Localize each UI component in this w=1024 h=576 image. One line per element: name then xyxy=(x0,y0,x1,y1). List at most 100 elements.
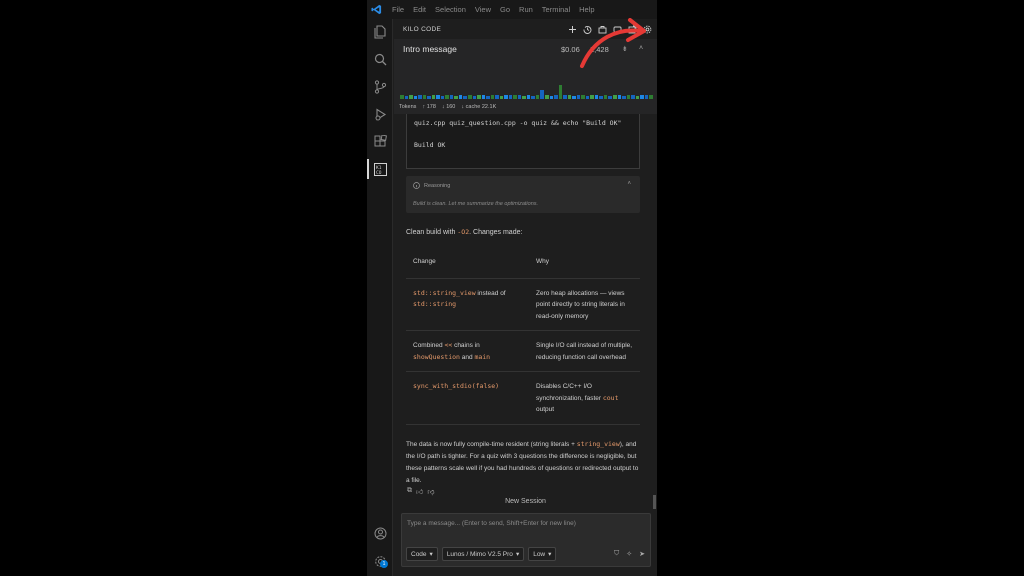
token-bar xyxy=(649,95,653,99)
menu-selection[interactable]: Selection xyxy=(435,5,466,14)
token-bar xyxy=(508,95,513,99)
table-row: sync_with_stdio(false) Disables C/C++ I/O… xyxy=(406,371,640,425)
table-row: std::string_view instead of std::string Z… xyxy=(406,278,640,331)
token-bar xyxy=(463,96,467,99)
activity-bar: K1 CO 1 xyxy=(367,19,393,576)
closing-text: The data is now fully compile-time resid… xyxy=(406,438,642,487)
table-header-row: Change Why xyxy=(406,245,640,279)
why-cell: Zero heap allocations — views point dire… xyxy=(529,278,640,331)
token-bar xyxy=(467,95,472,99)
command-output: Build OK xyxy=(414,141,446,149)
account-icon[interactable] xyxy=(372,525,388,541)
token-bar xyxy=(400,95,404,99)
active-indicator xyxy=(367,159,369,179)
chat-input-box[interactable]: Type a message... (Enter to send, Shift+… xyxy=(401,513,651,567)
token-bar xyxy=(472,96,477,99)
token-bar xyxy=(603,95,608,99)
inline-code: main xyxy=(474,352,491,361)
extensions-icon[interactable] xyxy=(372,133,388,149)
why-cell: Disables C/C++ I/O synchronization, fast… xyxy=(529,371,640,425)
summary-flag: -O2 xyxy=(457,228,470,236)
reasoning-label: Reasoning xyxy=(424,182,451,189)
token-bar xyxy=(622,96,626,99)
send-icon[interactable]: ➤ xyxy=(639,550,645,558)
inline-code: std::string_view xyxy=(413,288,476,297)
inline-code: showQuestion xyxy=(413,352,460,361)
menu-run[interactable]: Run xyxy=(519,5,533,14)
menu-view[interactable]: View xyxy=(475,5,491,14)
inline-code: sync_with_stdio(false) xyxy=(413,382,500,390)
vscode-window: File Edit Selection View Go Run Terminal… xyxy=(367,0,657,576)
token-bar xyxy=(431,95,436,99)
menu-file[interactable]: File xyxy=(392,5,404,14)
token-bar xyxy=(418,95,422,99)
reasoning-block[interactable]: Reasoning ˄ Build is clean. Let me summa… xyxy=(406,176,640,213)
chevron-down-icon: ▾ xyxy=(515,551,520,558)
source-control-icon[interactable] xyxy=(372,79,388,95)
feedback-row: ⧉ 👍︎ 👎︎ xyxy=(407,487,434,496)
change-cell: Combined << chains in showQuestion and m… xyxy=(406,330,529,372)
token-bar xyxy=(436,95,440,99)
files-icon[interactable] xyxy=(372,24,388,40)
token-bar xyxy=(540,90,544,99)
token-bar xyxy=(535,95,540,99)
token-bar xyxy=(458,95,463,99)
copy-icon[interactable]: ⧉ xyxy=(407,487,412,496)
thumbs-down-icon[interactable]: 👎︎ xyxy=(427,487,434,496)
token-bar xyxy=(522,96,526,99)
search-icon[interactable] xyxy=(372,51,388,67)
token-bar xyxy=(631,95,635,99)
token-bar xyxy=(558,85,563,99)
chevron-up-icon[interactable]: ˄ xyxy=(627,181,631,187)
token-bar xyxy=(612,95,617,99)
token-bar xyxy=(581,95,585,99)
token-bar xyxy=(481,95,486,99)
shield-icon[interactable]: ⛉ xyxy=(614,550,619,558)
enhance-prompt-icon[interactable]: ✧ xyxy=(626,550,632,558)
chat-controls: Code ▾ Lunos / Mimo V2.5 Pro ▾ Low ▾ xyxy=(406,547,557,561)
inline-code: cout xyxy=(602,393,619,402)
chat-input[interactable]: Type a message... (Enter to send, Shift+… xyxy=(407,520,576,527)
mode-select[interactable]: Code ▾ xyxy=(406,547,438,561)
token-bar xyxy=(422,95,427,99)
model-select[interactable]: Lunos / Mimo V2.5 Pro ▾ xyxy=(441,547,525,561)
cell-text: Combined xyxy=(413,342,445,349)
cell-text: chains in xyxy=(452,342,480,349)
new-session-label[interactable]: New Session xyxy=(394,498,657,505)
menu-edit[interactable]: Edit xyxy=(413,5,426,14)
command-text: quiz.cpp quiz_question.cpp -o quiz && ec… xyxy=(414,119,622,127)
svg-text:CO: CO xyxy=(376,170,382,176)
token-bar xyxy=(427,96,431,99)
effort-select[interactable]: Low ▾ xyxy=(528,547,557,561)
chevron-down-icon: ▾ xyxy=(429,551,433,558)
token-bar xyxy=(513,95,517,99)
menu-help[interactable]: Help xyxy=(579,5,594,14)
menu-bar: File Edit Selection View Go Run Terminal… xyxy=(367,0,657,19)
model-value: Lunos / Mimo V2.5 Pro xyxy=(446,550,513,558)
token-bar xyxy=(454,96,458,99)
cell-text: and xyxy=(459,353,475,361)
token-bar xyxy=(499,96,504,99)
mode-value: Code xyxy=(411,550,427,558)
token-bar xyxy=(585,96,590,99)
run-debug-icon[interactable] xyxy=(372,106,388,122)
token-bar xyxy=(404,96,409,99)
tokens-up-value: 178 xyxy=(426,104,436,110)
cell-text: output xyxy=(536,406,555,413)
token-bar xyxy=(449,95,454,99)
token-bar xyxy=(490,95,495,99)
task-title: Intro message xyxy=(403,44,457,54)
menu-terminal[interactable]: Terminal xyxy=(542,5,570,14)
info-icon xyxy=(413,182,420,189)
token-bar xyxy=(440,96,445,99)
thumbs-up-icon[interactable]: 👍︎ xyxy=(416,487,423,496)
panel-title: KILO CODE xyxy=(403,25,442,33)
menu-go[interactable]: Go xyxy=(500,5,510,14)
token-bar xyxy=(563,95,567,99)
token-bar xyxy=(644,95,649,99)
token-bar xyxy=(504,95,508,99)
kilo-code-panel: KILO CODE Intro message $0.06 2,428 ⇟ ˄ … xyxy=(394,19,657,576)
kilo-code-icon[interactable]: K1 CO xyxy=(372,161,388,177)
token-bar xyxy=(599,96,603,99)
token-bar xyxy=(635,96,640,99)
